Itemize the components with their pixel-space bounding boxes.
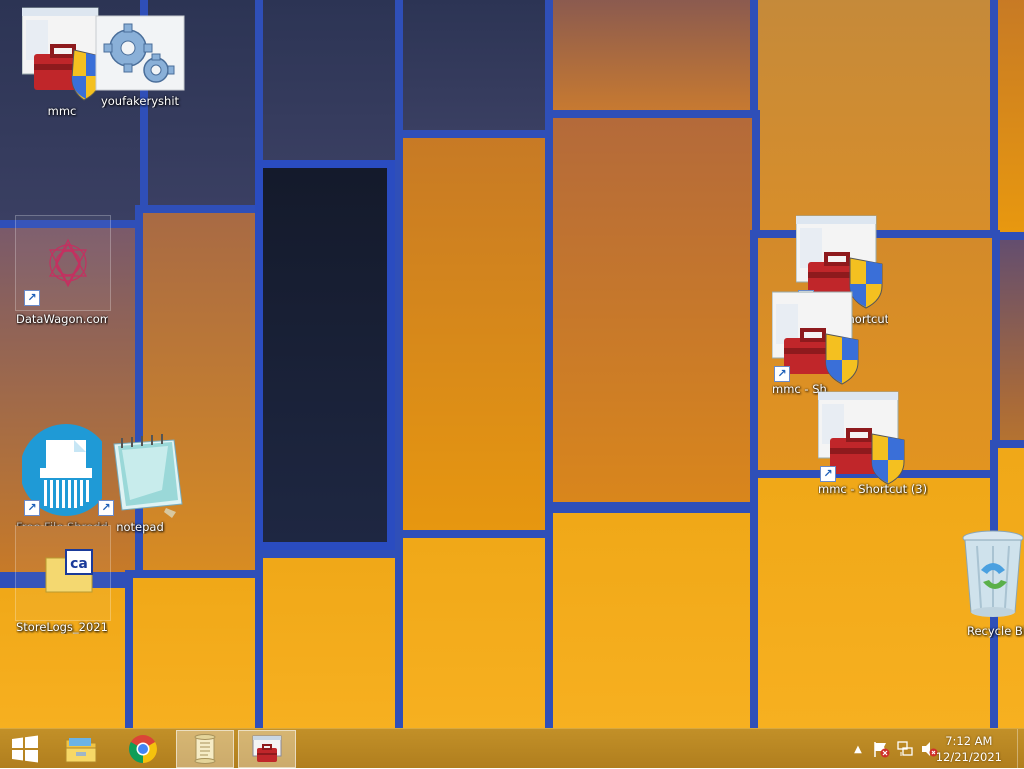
desktop-icon-notepad[interactable]: ↗ notepad xyxy=(94,430,186,534)
mmc-icon: ↗ xyxy=(771,290,862,386)
desktop-icon-mmc-shortcut-2[interactable]: ↗ mmc - Sh xyxy=(771,290,864,396)
network-icon[interactable] xyxy=(896,740,914,758)
shortcut-arrow-icon: ↗ xyxy=(820,466,836,482)
taskbar-file-explorer[interactable] xyxy=(52,730,110,768)
notepad-icon: ↗ xyxy=(96,430,184,518)
taskbar-chrome[interactable] xyxy=(114,730,172,768)
system-tray: ▲ xyxy=(850,729,938,769)
clock-time: 7:12 AM xyxy=(945,734,993,748)
shortcut-arrow-icon: ↗ xyxy=(98,500,114,516)
mmc-icon xyxy=(252,735,282,762)
shortcut-arrow-icon: ↗ xyxy=(774,366,790,382)
start-button[interactable] xyxy=(0,730,50,768)
desktop-icon-label: notepad xyxy=(116,520,164,534)
taskbar-mmc[interactable] xyxy=(238,730,296,768)
desktop-icon-datawagon[interactable]: ↗ DataWagon.com xyxy=(16,230,108,326)
shortcut-arrow-icon: ↗ xyxy=(24,500,40,516)
folder-icon xyxy=(65,738,97,763)
desktop-icon-label: youfakeryshit xyxy=(100,94,180,108)
show-desktop-button[interactable] xyxy=(1017,729,1024,769)
scroll-icon xyxy=(194,734,216,764)
windows-logo-icon xyxy=(12,735,38,763)
desktop-icon-storelogs[interactable]: ca StoreLogs_2021-... xyxy=(16,546,108,634)
cab-file-icon: ca xyxy=(22,546,102,618)
mmc-icon xyxy=(21,6,102,102)
svg-text:ca: ca xyxy=(70,556,88,572)
taskbar-notepad[interactable] xyxy=(176,730,234,768)
mmc-icon: ↗ xyxy=(817,390,908,486)
desktop-icon-mmc-shortcut-3[interactable]: ↗ mmc - Shortcut (3) xyxy=(817,390,928,496)
desktop-icon-label: DataWagon.com xyxy=(16,312,108,326)
shredder-icon: ↗ xyxy=(20,422,112,518)
desktop-icon-youfakeryshit[interactable]: youfakeryshit xyxy=(94,14,186,108)
taskbar-clock[interactable]: 7:12 AM 12/21/2021 xyxy=(936,733,1002,765)
taskbar: ▲ 7:12 AM 12/21/2021 xyxy=(0,728,1024,769)
chrome-icon xyxy=(129,735,157,763)
desktop-icon-recycle-bin[interactable]: Recycle Bin xyxy=(955,526,1024,638)
recycle-bin-icon xyxy=(955,526,1024,622)
gears-icon xyxy=(94,14,186,92)
shortcut-arrow-icon: ↗ xyxy=(24,290,40,306)
desktop-icon-label: Recycle Bin xyxy=(967,624,1024,638)
desktop-icon-label: StoreLogs_2021-... xyxy=(16,620,108,634)
clock-date: 12/21/2021 xyxy=(935,750,1002,764)
action-center-flag-icon[interactable] xyxy=(872,740,890,758)
desktop[interactable]: mmc youfakeryshit ↗ DataWagon.com ↗ ↗ no… xyxy=(0,0,1024,728)
datawagon-icon: ↗ xyxy=(22,230,102,310)
show-hidden-icons-chevron-up-icon[interactable]: ▲ xyxy=(850,744,866,755)
